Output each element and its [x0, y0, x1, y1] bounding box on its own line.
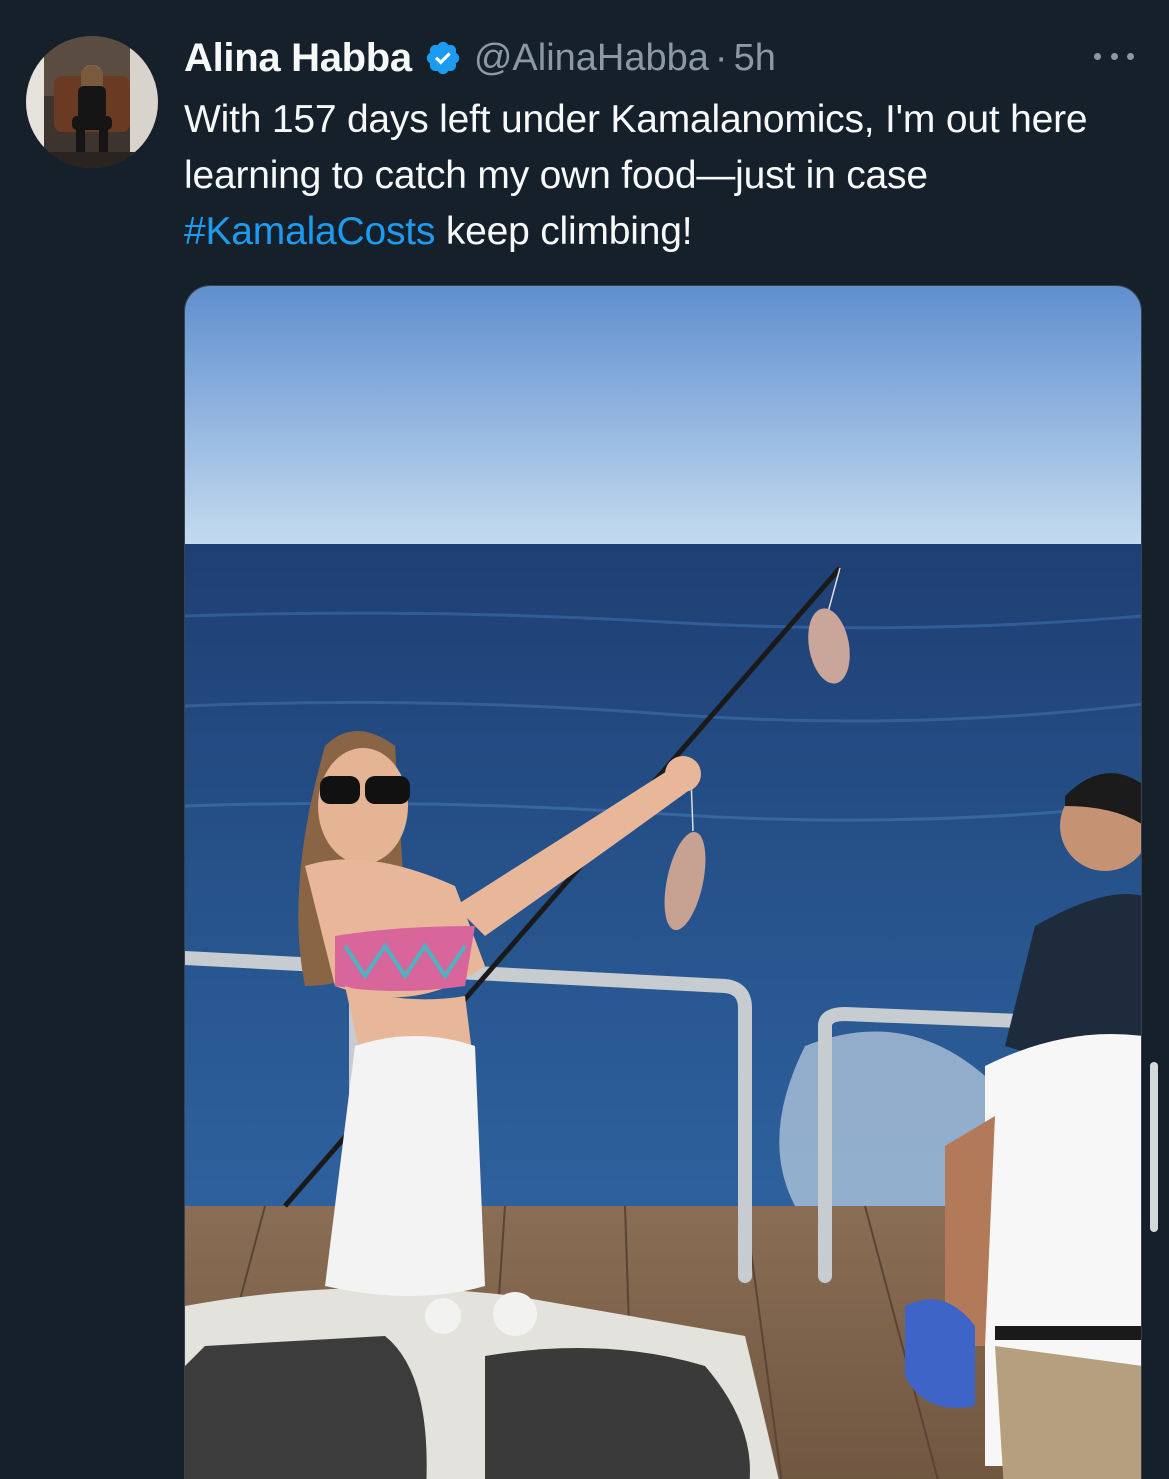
tweet-media-photo[interactable] — [184, 285, 1142, 1479]
photo-illustration — [185, 286, 1141, 1479]
more-horizontal-icon[interactable] — [1088, 40, 1140, 72]
more-dot — [1110, 52, 1118, 60]
tweet-text-part: With 157 days left under Kamalanomics, I… — [184, 98, 1088, 197]
tweet-text: With 157 days left under Kamalanomics, I… — [184, 92, 1144, 260]
cleat — [425, 1298, 461, 1334]
more-dot — [1094, 52, 1101, 60]
author-handle[interactable]: @AlinaHabba — [474, 37, 709, 80]
tweet-timestamp[interactable]: 5h — [734, 37, 776, 80]
tweet-view: Alina Habba @AlinaHabba · 5h With 157 da… — [0, 0, 1169, 1479]
separator-dot: · — [714, 36, 728, 79]
verified-badge-icon[interactable] — [424, 39, 462, 77]
author-avatar[interactable] — [26, 36, 158, 168]
tweet-header: Alina Habba @AlinaHabba · 5h — [184, 30, 776, 86]
sky — [185, 286, 1141, 548]
author-name[interactable]: Alina Habba — [184, 36, 412, 81]
tweet-text-part: keep climbing! — [435, 210, 693, 253]
cleat — [493, 1292, 537, 1336]
page-scrollbar[interactable] — [1150, 1062, 1158, 1232]
boat-hatch — [185, 1336, 427, 1479]
hashtag-link[interactable]: #KamalaCosts — [184, 210, 435, 253]
more-dot — [1127, 52, 1134, 60]
